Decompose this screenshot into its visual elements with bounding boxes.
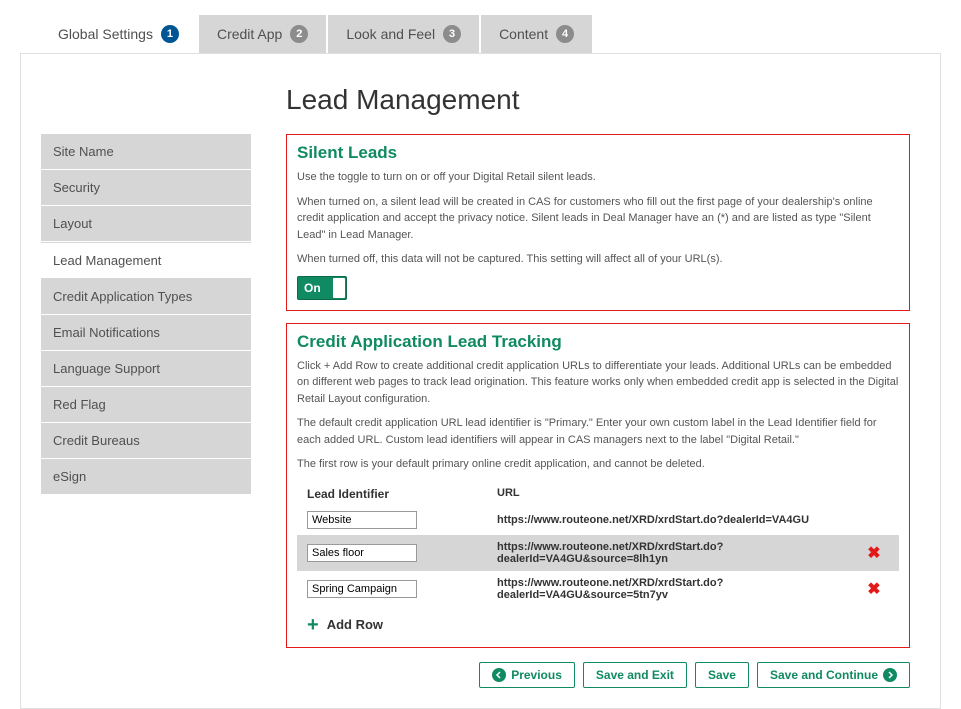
silent-leads-text: When turned off, this data will not be c… [297,251,899,268]
toggle-knob [333,278,345,298]
save-label: Save [708,668,736,682]
add-row-button[interactable]: + Add Row [297,607,899,637]
sidebar: Site NameSecurityLayoutLead ManagementCr… [21,54,251,708]
arrow-right-icon [883,668,897,682]
lead-tracking-text: The default credit application URL lead … [297,415,899,448]
delete-row-icon[interactable]: ✖ [867,545,880,562]
col-header-identifier: Lead Identifier [307,487,497,501]
lead-table: Lead Identifier URL https://www.routeone… [297,483,899,637]
sidebar-item-lead-management[interactable]: Lead Management [41,242,251,279]
lead-url-text: https://www.routeone.net/XRD/xrdStart.do… [497,514,859,526]
silent-leads-toggle[interactable]: On [297,276,347,300]
content-area: Site NameSecurityLayoutLead ManagementCr… [20,53,941,709]
col-header-url: URL [497,487,859,501]
tab-number-badge: 3 [443,25,461,43]
lead-tracking-title: Credit Application Lead Tracking [297,332,899,352]
page-title: Lead Management [286,84,910,116]
toggle-on-label: On [298,281,321,295]
tab-label: Global Settings [58,26,153,42]
save-continue-button[interactable]: Save and Continue [757,662,910,688]
tab-number-badge: 1 [161,25,179,43]
sidebar-item-security[interactable]: Security [41,170,251,206]
save-exit-label: Save and Exit [596,668,674,682]
tab-look-and-feel[interactable]: Look and Feel 3 [328,15,479,53]
lead-tracking-text: Click + Add Row to create additional cre… [297,358,899,408]
tab-label: Look and Feel [346,26,435,42]
lead-url-text: https://www.routeone.net/XRD/xrdStart.do… [497,577,859,601]
table-row: https://www.routeone.net/XRD/xrdStart.do… [297,505,899,535]
silent-leads-text: Use the toggle to turn on or off your Di… [297,169,899,186]
silent-leads-panel: Silent Leads Use the toggle to turn on o… [286,134,910,311]
tab-label: Credit App [217,26,282,42]
sidebar-item-layout[interactable]: Layout [41,206,251,242]
top-tabs: Global Settings 1 Credit App 2 Look and Feel… [40,15,941,53]
sidebar-item-language-support[interactable]: Language Support [41,351,251,387]
bottom-button-row: Previous Save and Exit Save Save and Con… [286,662,910,688]
save-continue-label: Save and Continue [770,668,878,682]
silent-leads-title: Silent Leads [297,143,899,163]
tab-label: Content [499,26,548,42]
save-exit-button[interactable]: Save and Exit [583,662,687,688]
lead-url-text: https://www.routeone.net/XRD/xrdStart.do… [497,541,859,565]
main-panel: Lead Management Silent Leads Use the tog… [251,54,940,708]
tab-number-badge: 2 [290,25,308,43]
previous-label: Previous [511,668,562,682]
table-row: https://www.routeone.net/XRD/xrdStart.do… [297,535,899,571]
lead-tracking-panel: Credit Application Lead Tracking Click +… [286,323,910,648]
tab-global-settings[interactable]: Global Settings 1 [40,15,197,53]
sidebar-item-credit-application-types[interactable]: Credit Application Types [41,279,251,315]
silent-leads-text: When turned on, a silent lead will be cr… [297,194,899,244]
tab-credit-app[interactable]: Credit App 2 [199,15,326,53]
sidebar-item-red-flag[interactable]: Red Flag [41,387,251,423]
lead-table-header: Lead Identifier URL [297,483,899,505]
lead-identifier-input[interactable] [307,544,417,562]
lead-identifier-input[interactable] [307,580,417,598]
arrow-left-icon [492,668,506,682]
tab-number-badge: 4 [556,25,574,43]
delete-row-icon[interactable]: ✖ [867,581,880,598]
sidebar-item-esign[interactable]: eSign [41,459,251,495]
lead-identifier-input[interactable] [307,511,417,529]
lead-tracking-text: The first row is your default primary on… [297,456,899,473]
previous-button[interactable]: Previous [479,662,575,688]
save-button[interactable]: Save [695,662,749,688]
sidebar-item-site-name[interactable]: Site Name [41,134,251,170]
table-row: https://www.routeone.net/XRD/xrdStart.do… [297,571,899,607]
tab-content[interactable]: Content 4 [481,15,592,53]
add-row-label: Add Row [327,617,383,632]
sidebar-item-email-notifications[interactable]: Email Notifications [41,315,251,351]
sidebar-item-credit-bureaus[interactable]: Credit Bureaus [41,423,251,459]
